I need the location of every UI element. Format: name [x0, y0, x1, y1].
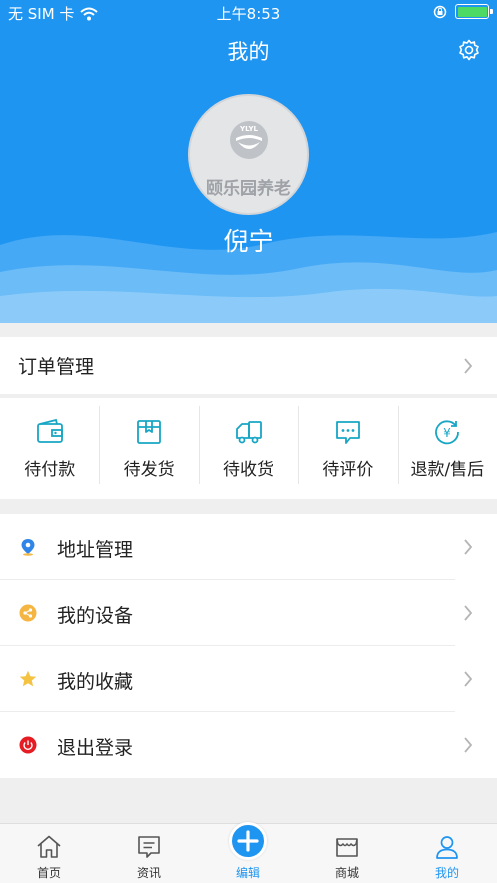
status-label: 待收货	[223, 460, 275, 480]
home-icon	[37, 835, 61, 858]
user-icon	[436, 836, 458, 859]
chevron-right-icon	[464, 737, 473, 753]
bottom-tab-bar: 首页 资讯 编辑 商城 我的	[0, 822, 497, 883]
status-label: 待付款	[24, 460, 76, 480]
menu-item-label: 地址管理	[57, 539, 134, 561]
logo-text: YLYL	[239, 125, 259, 133]
chevron-right-icon	[464, 539, 473, 555]
menu-item-favorites[interactable]: 我的收藏	[0, 646, 497, 712]
tab-news[interactable]: 资讯	[109, 824, 189, 883]
chevron-right-icon	[464, 671, 473, 687]
status-bar: 无 SIM 卡 上午8:53	[0, 0, 497, 26]
power-icon	[19, 736, 37, 754]
order-management-row[interactable]: 订单管理	[0, 337, 497, 394]
status-pending-payment[interactable]: 待付款	[0, 398, 99, 499]
avatar-caption: 颐乐园养老	[206, 179, 291, 199]
order-management-label: 订单管理	[18, 356, 95, 378]
status-label: 待评价	[322, 460, 374, 480]
menu-item-address[interactable]: 地址管理	[0, 514, 497, 580]
package-icon	[137, 420, 162, 444]
tab-edit[interactable]: 编辑	[208, 822, 288, 883]
status-label: 退款/售后	[410, 460, 485, 480]
status-label: 待发货	[123, 460, 175, 480]
menu-item-devices[interactable]: 我的设备	[0, 580, 497, 646]
tab-label: 商城	[334, 866, 359, 880]
username: 倪宁	[223, 227, 274, 256]
tab-mine[interactable]: 我的	[407, 824, 487, 883]
profile-header: 无 SIM 卡 上午8:53 我的 YLYL 颐乐园养老 倪宁	[0, 0, 497, 323]
clock: 上午8:53	[216, 5, 281, 23]
gear-icon[interactable]	[457, 38, 481, 62]
comment-icon	[336, 421, 360, 444]
status-pending-shipment[interactable]: 待发货	[99, 398, 198, 499]
menu-item-logout[interactable]: 退出登录	[0, 712, 497, 778]
order-status-row: 待付款 待发货 待收货 待评价 ¥ 退款/售后	[0, 398, 497, 499]
orientation-lock-icon	[433, 5, 447, 18]
wallet-icon	[36, 418, 63, 443]
plus-icon	[229, 822, 267, 860]
logo-icon: YLYL	[230, 121, 268, 159]
avatar[interactable]: YLYL 颐乐园养老	[188, 94, 309, 215]
status-pending-review[interactable]: 待评价	[298, 398, 397, 499]
svg-text:¥: ¥	[444, 426, 452, 440]
tab-label: 资讯	[136, 866, 161, 880]
truck-icon	[235, 421, 262, 444]
menu-item-label: 我的设备	[57, 605, 134, 627]
profile-page: 无 SIM 卡 上午8:53 我的 YLYL 颐乐园养老 倪宁 订单管理 待付款…	[0, 0, 497, 883]
tab-home[interactable]: 首页	[9, 824, 89, 883]
page-title: 我的	[227, 40, 270, 64]
menu-item-label: 我的收藏	[57, 671, 134, 693]
news-icon	[138, 836, 160, 858]
menu-item-label: 退出登录	[57, 737, 134, 759]
shop-icon	[336, 838, 358, 857]
status-pending-receipt[interactable]: 待收货	[198, 398, 298, 499]
tab-label: 编辑	[235, 866, 260, 880]
location-pin-icon	[21, 539, 35, 556]
refund-icon: ¥	[435, 420, 460, 445]
tab-label: 我的	[434, 866, 459, 880]
chevron-right-icon	[464, 358, 473, 374]
star-icon	[19, 670, 37, 687]
share-icon	[19, 604, 37, 622]
tab-shop[interactable]: 商城	[307, 824, 387, 883]
battery-icon	[455, 4, 493, 19]
settings-menu: 地址管理 我的设备 我的收藏 退出登录	[0, 514, 497, 778]
chevron-right-icon	[464, 605, 473, 621]
status-refund-aftersale[interactable]: ¥ 退款/售后	[397, 398, 497, 499]
tab-label: 首页	[36, 866, 61, 880]
